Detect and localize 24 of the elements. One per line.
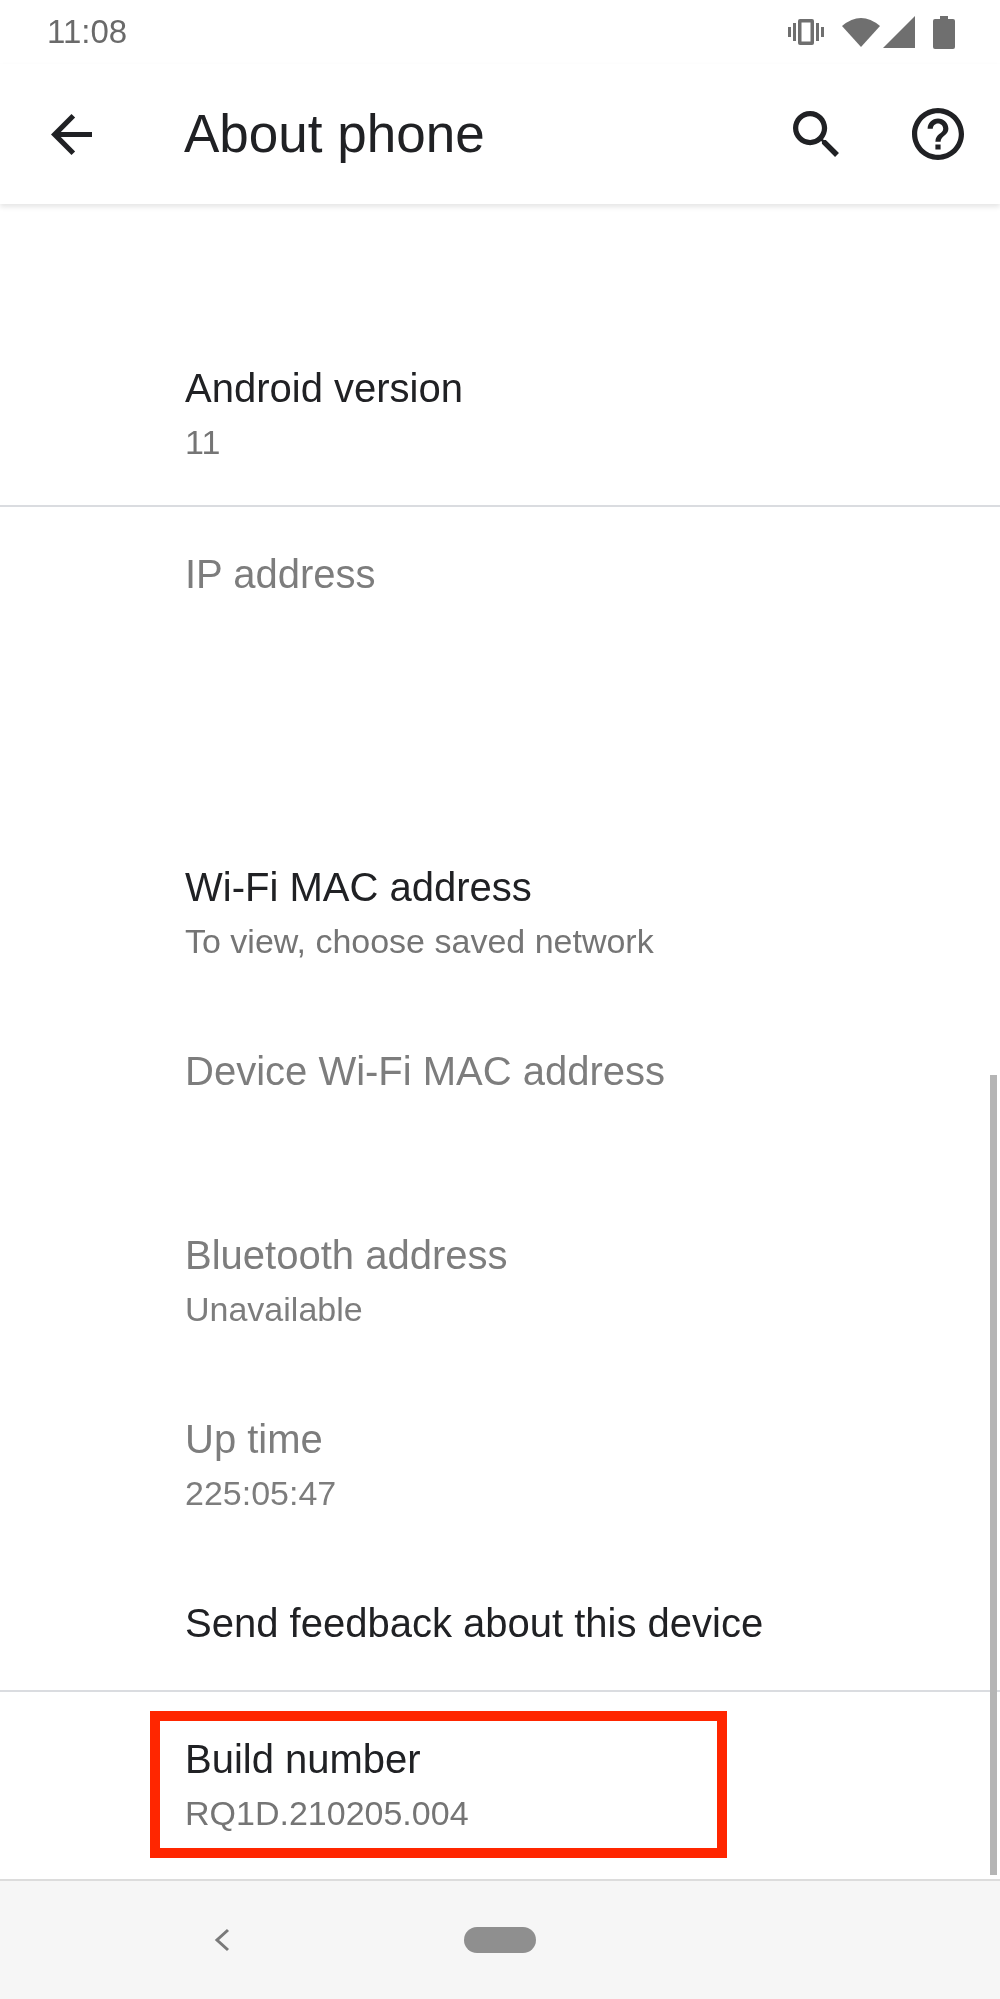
setting-value: 11 bbox=[185, 422, 221, 463]
back-chevron-icon[interactable] bbox=[214, 1928, 230, 1952]
setting-title[interactable]: Build number bbox=[185, 1730, 421, 1788]
page-title: About phone bbox=[184, 103, 485, 165]
signal-icon bbox=[883, 16, 915, 48]
wifi-icon bbox=[842, 17, 880, 47]
setting-value: RQ1D.210205.004 bbox=[185, 1793, 469, 1834]
status-time: 11:08 bbox=[47, 12, 128, 52]
setting-title: Device Wi-Fi MAC address bbox=[185, 1048, 666, 1095]
setting-value: Unavailable bbox=[185, 1289, 363, 1330]
vibrate-icon bbox=[788, 19, 824, 45]
search-icon[interactable] bbox=[793, 111, 839, 157]
setting-title[interactable]: Send feedback about this device bbox=[185, 1594, 764, 1652]
setting-title: Bluetooth address bbox=[185, 1232, 508, 1279]
battery-icon bbox=[933, 15, 955, 49]
back-arrow-icon[interactable] bbox=[51, 113, 92, 155]
setting-title: IP address bbox=[185, 551, 376, 598]
setting-title[interactable]: Android version bbox=[185, 359, 463, 417]
setting-value: 225:05:47 bbox=[185, 1473, 337, 1514]
home-pill-icon[interactable] bbox=[464, 1927, 536, 1953]
setting-title: Up time bbox=[185, 1416, 323, 1463]
help-icon[interactable] bbox=[912, 108, 964, 160]
setting-title[interactable]: Wi-Fi MAC address bbox=[185, 858, 532, 916]
setting-value: To view, choose saved network bbox=[185, 921, 654, 962]
